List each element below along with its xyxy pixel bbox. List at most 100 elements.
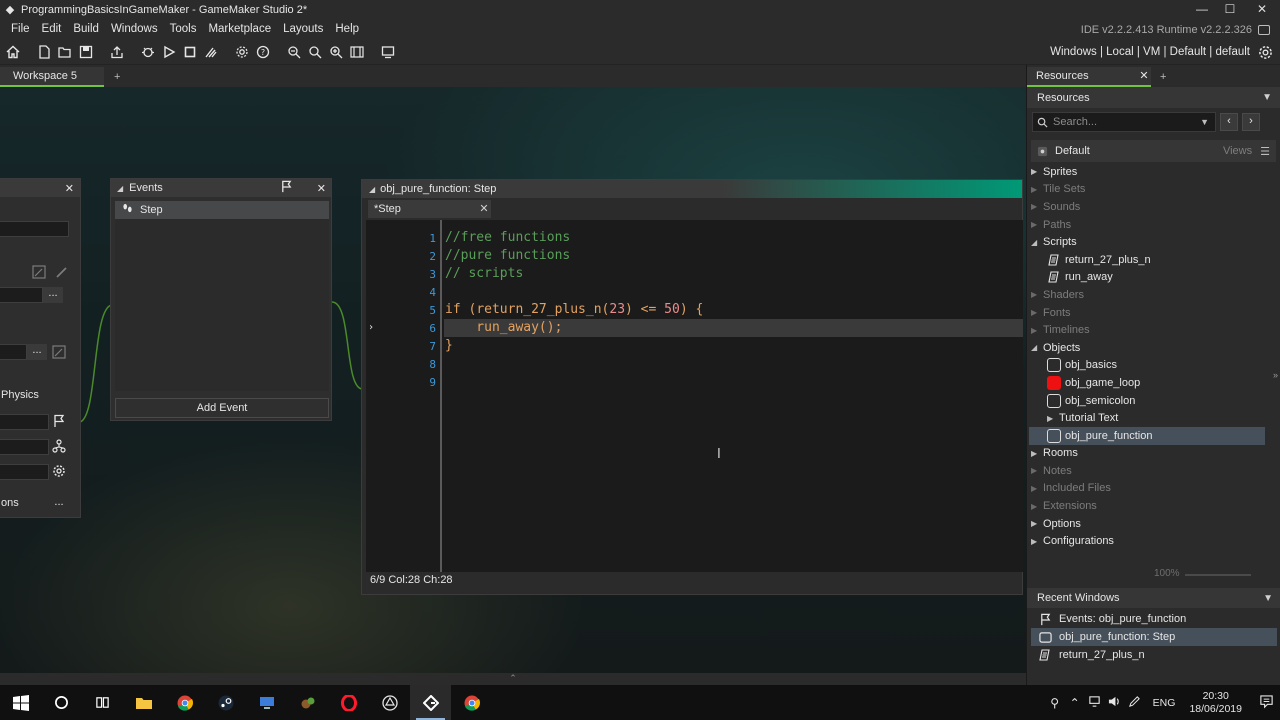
debug-icon[interactable]: [137, 42, 158, 63]
export-icon[interactable]: [106, 42, 127, 63]
close-tab-icon[interactable]: ✕: [1137, 67, 1151, 85]
menu-layouts[interactable]: Layouts: [277, 19, 329, 40]
hamburger-icon[interactable]: ☰: [1260, 145, 1270, 158]
target-gear-icon[interactable]: [1254, 41, 1276, 63]
recent-item-selected[interactable]: obj_pure_function: Step: [1031, 628, 1277, 646]
workspace-icon[interactable]: [377, 42, 398, 63]
maximize-button[interactable]: ☐: [1216, 0, 1244, 19]
parent-object-field[interactable]: [0, 439, 49, 455]
save-icon[interactable]: [75, 42, 96, 63]
game-app-icon[interactable]: [287, 685, 328, 720]
volume-icon[interactable]: [1105, 695, 1125, 711]
recent-item[interactable]: return_27_plus_n: [1031, 646, 1277, 664]
home-icon[interactable]: [2, 42, 23, 63]
collapse-sidebar-icon[interactable]: »: [1273, 370, 1278, 380]
tree-script-item[interactable]: run_away: [1027, 269, 1267, 287]
unity-icon[interactable]: [369, 685, 410, 720]
parent-field[interactable]: [0, 344, 27, 360]
windows-start-icon[interactable]: [0, 685, 41, 720]
tree-object-item[interactable]: obj_basics: [1027, 357, 1267, 375]
close-tab-icon[interactable]: ✕: [477, 200, 491, 218]
tree-extensions[interactable]: ▶ Extensions: [1027, 497, 1267, 515]
minimize-button[interactable]: —: [1188, 0, 1216, 19]
tree-options[interactable]: ▶ Options: [1027, 515, 1267, 533]
sprite-field[interactable]: [0, 287, 43, 303]
remote-desktop-icon[interactable]: [246, 685, 287, 720]
add-event-button[interactable]: Add Event: [115, 398, 329, 418]
menu-file[interactable]: File: [0, 19, 36, 40]
clean-icon[interactable]: [200, 42, 221, 63]
zoom-reset-icon[interactable]: [304, 42, 325, 63]
workspace-canvas[interactable]: ✕ ... ... Physics ons ... ◢ Events ✕ Ste…: [0, 87, 1026, 673]
collapse-icon[interactable]: ◢: [117, 184, 123, 193]
chrome-icon-2[interactable]: [451, 685, 492, 720]
events-field[interactable]: [0, 414, 49, 430]
tree-tile-sets[interactable]: ▶ Tile Sets: [1027, 181, 1267, 199]
collapse-icon[interactable]: ◢: [369, 185, 375, 194]
tree-folder-tutorial-text[interactable]: ▶ Tutorial Text: [1027, 409, 1267, 427]
tree-configurations[interactable]: ▶ Configurations: [1027, 532, 1267, 550]
variables-gear-icon[interactable]: [50, 462, 68, 480]
tree-sounds[interactable]: ▶ Sounds: [1027, 198, 1267, 216]
variables-field[interactable]: [0, 464, 49, 480]
layout-icon[interactable]: [1258, 24, 1270, 35]
forward-button[interactable]: ›: [1242, 113, 1260, 131]
tree-included-files[interactable]: ▶ Included Files: [1027, 480, 1267, 498]
back-button[interactable]: ‹: [1220, 113, 1238, 131]
tree-object-selected[interactable]: obj_pure_function: [1029, 426, 1265, 445]
notifications-icon[interactable]: [1252, 694, 1280, 712]
tree-paths[interactable]: ▶ Paths: [1027, 216, 1267, 234]
brush-icon[interactable]: [53, 263, 71, 281]
zoom-slider[interactable]: [1185, 574, 1251, 576]
zoom-in-icon[interactable]: [325, 42, 346, 63]
code-editor[interactable]: 1 2 3 4 5 6 7 8 9 › //free functions //p…: [366, 220, 1023, 572]
tree-script-item[interactable]: return_27_plus_n: [1027, 251, 1267, 269]
menu-build[interactable]: Build: [67, 19, 105, 40]
tree-object-item[interactable]: obj_semicolon: [1027, 392, 1267, 410]
tab-step[interactable]: *Step ✕: [368, 200, 491, 218]
gamemaker-taskbar-icon[interactable]: [410, 685, 451, 720]
pen-icon[interactable]: [1125, 695, 1145, 711]
chevron-down-icon[interactable]: ▼: [1200, 117, 1209, 127]
stop-icon[interactable]: [179, 42, 200, 63]
people-icon[interactable]: ⚲: [1045, 696, 1065, 710]
tree-scripts[interactable]: ◢ Scripts: [1027, 233, 1267, 251]
task-view-icon[interactable]: [82, 685, 123, 720]
chrome-icon[interactable]: [164, 685, 205, 720]
tree-objects[interactable]: ◢ Objects: [1027, 339, 1267, 357]
close-button[interactable]: ✕: [1244, 0, 1280, 19]
help-icon[interactable]: ?: [252, 42, 273, 63]
options-more-button[interactable]: ...: [49, 496, 69, 512]
target-selector[interactable]: Windows | Local | VM | Default | default: [1050, 41, 1280, 63]
file-explorer-icon[interactable]: [123, 685, 164, 720]
physics-label[interactable]: Physics: [1, 389, 39, 401]
search-input[interactable]: Search... ▼: [1032, 112, 1216, 132]
edit-parent-icon[interactable]: [50, 343, 68, 361]
new-project-icon[interactable]: [33, 42, 54, 63]
menu-edit[interactable]: Edit: [36, 19, 68, 40]
tab-resources[interactable]: Resources ✕: [1027, 67, 1151, 87]
edit-sprite-icon[interactable]: [30, 263, 48, 281]
event-step[interactable]: Step: [115, 201, 329, 219]
recent-windows-header[interactable]: Recent Windows ▼: [1027, 588, 1280, 608]
add-workspace-button[interactable]: +: [114, 67, 120, 87]
clock[interactable]: 20:30 18/06/2019: [1189, 690, 1242, 716]
tree-timelines[interactable]: ▶ Timelines: [1027, 321, 1267, 339]
menu-windows[interactable]: Windows: [105, 19, 164, 40]
tree-object-item[interactable]: obj_game_loop: [1027, 374, 1267, 392]
object-name-field[interactable]: [0, 221, 69, 237]
bottom-splitter[interactable]: ⌃: [0, 673, 1026, 685]
view-default-row[interactable]: Default Views ☰: [1031, 140, 1276, 162]
cortana-search-icon[interactable]: [41, 685, 82, 720]
parent-tree-icon[interactable]: [50, 437, 68, 455]
menu-help[interactable]: Help: [329, 19, 365, 40]
tree-fonts[interactable]: ▶ Fonts: [1027, 304, 1267, 322]
network-icon[interactable]: [1085, 695, 1105, 711]
language-indicator[interactable]: ENG: [1153, 697, 1176, 709]
close-icon[interactable]: ✕: [317, 182, 326, 195]
fit-icon[interactable]: [346, 42, 367, 63]
tree-shaders[interactable]: ▶ Shaders: [1027, 286, 1267, 304]
resources-header[interactable]: Resources ▼: [1027, 87, 1280, 108]
views-label[interactable]: Views: [1223, 145, 1252, 157]
options-label[interactable]: ons: [1, 497, 19, 509]
